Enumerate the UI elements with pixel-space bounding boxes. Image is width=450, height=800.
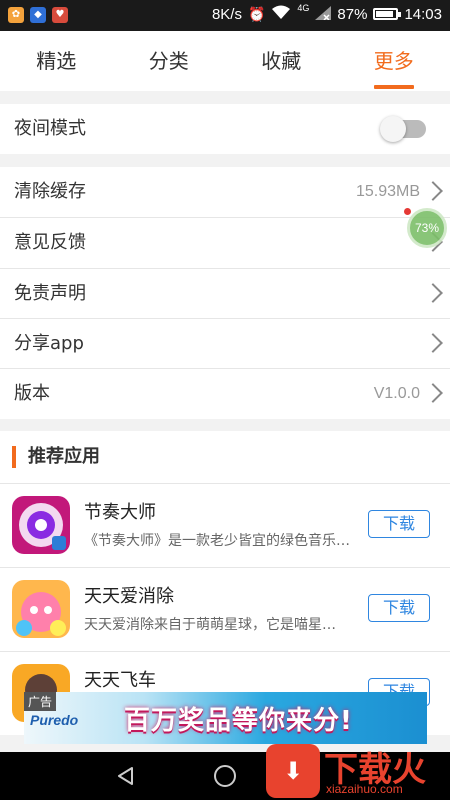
wifi-icon — [271, 5, 291, 23]
recommended-title: 推荐应用 — [28, 446, 100, 467]
clear-cache-row[interactable]: 清除缓存 15.93MB — [0, 167, 450, 217]
status-notification-icons: ✿ ◆ ♥ — [8, 7, 68, 23]
status-indicators: 8K/s ⏰ 4G 87% 14:03 — [211, 3, 442, 23]
version-label: 版本 — [14, 383, 50, 404]
chevron-right-icon — [423, 383, 443, 403]
battery-icon — [373, 8, 402, 20]
toggle-knob — [380, 116, 406, 142]
chevron-right-icon — [423, 333, 443, 353]
shield-icon: ◆ — [30, 7, 46, 23]
night-mode-row: 夜间模式 — [0, 104, 450, 154]
chevron-right-icon — [423, 181, 443, 201]
app-list-item[interactable]: 天天爱消除 天天爱消除来自于萌萌星球，它是喵星… 下载 — [0, 568, 450, 651]
app-name: 天天爱消除 — [84, 586, 174, 607]
home-icon[interactable] — [214, 765, 236, 787]
clock: 14:03 — [404, 5, 442, 23]
clear-cache-label: 清除缓存 — [14, 181, 86, 202]
share-row[interactable]: 分享app — [0, 319, 450, 369]
notification-dot — [404, 208, 411, 215]
status-bar: ✿ ◆ ♥ 8K/s ⏰ 4G 87% 14:03 — [0, 0, 450, 31]
night-mode-label: 夜间模式 — [14, 118, 86, 139]
disclaimer-row[interactable]: 免责声明 — [0, 269, 450, 319]
tab-more[interactable]: 更多 — [338, 31, 450, 91]
app-description: 天天爱消除来自于萌萌星球，它是喵星… — [84, 617, 336, 633]
notification-app-icon: ✿ — [8, 7, 24, 23]
night-mode-toggle[interactable] — [380, 116, 426, 142]
app-icon-match — [12, 580, 70, 638]
signal-icon — [315, 5, 332, 23]
share-label: 分享app — [14, 333, 84, 354]
app-icon-rhythm — [12, 496, 70, 554]
version-value: V1.0.0 — [373, 385, 420, 402]
back-icon[interactable] — [116, 766, 136, 790]
disclaimer-label: 免责声明 — [14, 283, 86, 304]
memory-boost-bubble[interactable]: 73% — [407, 208, 447, 248]
download-button[interactable]: 下载 — [368, 510, 430, 538]
network-speed: 8K/s — [211, 5, 242, 23]
app-description: 《节奏大师》是一款老少皆宜的绿色音乐… — [84, 533, 350, 549]
download-logo-icon: ⬇ — [266, 744, 320, 798]
ad-label: 广告 — [24, 692, 57, 711]
alarm-icon: ⏰ — [247, 5, 266, 22]
app-name: 节奏大师 — [84, 502, 156, 523]
recommended-header: 推荐应用 — [0, 431, 450, 483]
tab-featured[interactable]: 精选 — [0, 31, 113, 91]
tab-bar: 精选 分类 收藏 更多 — [0, 31, 450, 91]
ad-headline: 百万奖品等你来分! — [124, 706, 353, 736]
tab-favorites[interactable]: 收藏 — [225, 31, 338, 91]
battery-percent: 87% — [337, 5, 368, 23]
network-type: 4G — [297, 3, 310, 13]
chevron-right-icon — [423, 283, 443, 303]
battery-level — [376, 11, 394, 17]
ad-brand-logo: Puredo — [30, 712, 79, 728]
watermark: ⬇ 下载火 xiazaihuo.com — [262, 742, 450, 800]
app-list-item[interactable]: 节奏大师 《节奏大师》是一款老少皆宜的绿色音乐… 下载 — [0, 484, 450, 567]
tab-categories[interactable]: 分类 — [113, 31, 226, 91]
notification-app-icon: ♥ — [52, 7, 68, 23]
app-name: 天天飞车 — [84, 670, 156, 691]
download-button[interactable]: 下载 — [368, 594, 430, 622]
feedback-row[interactable]: 意见反馈 — [0, 218, 450, 268]
ad-banner[interactable]: 广告 Puredo 百万奖品等你来分! — [24, 692, 427, 744]
section-accent-bar — [12, 446, 16, 468]
watermark-url: xiazaihuo.com — [326, 782, 403, 796]
feedback-label: 意见反馈 — [14, 232, 86, 253]
version-row[interactable]: 版本 V1.0.0 — [0, 369, 450, 419]
